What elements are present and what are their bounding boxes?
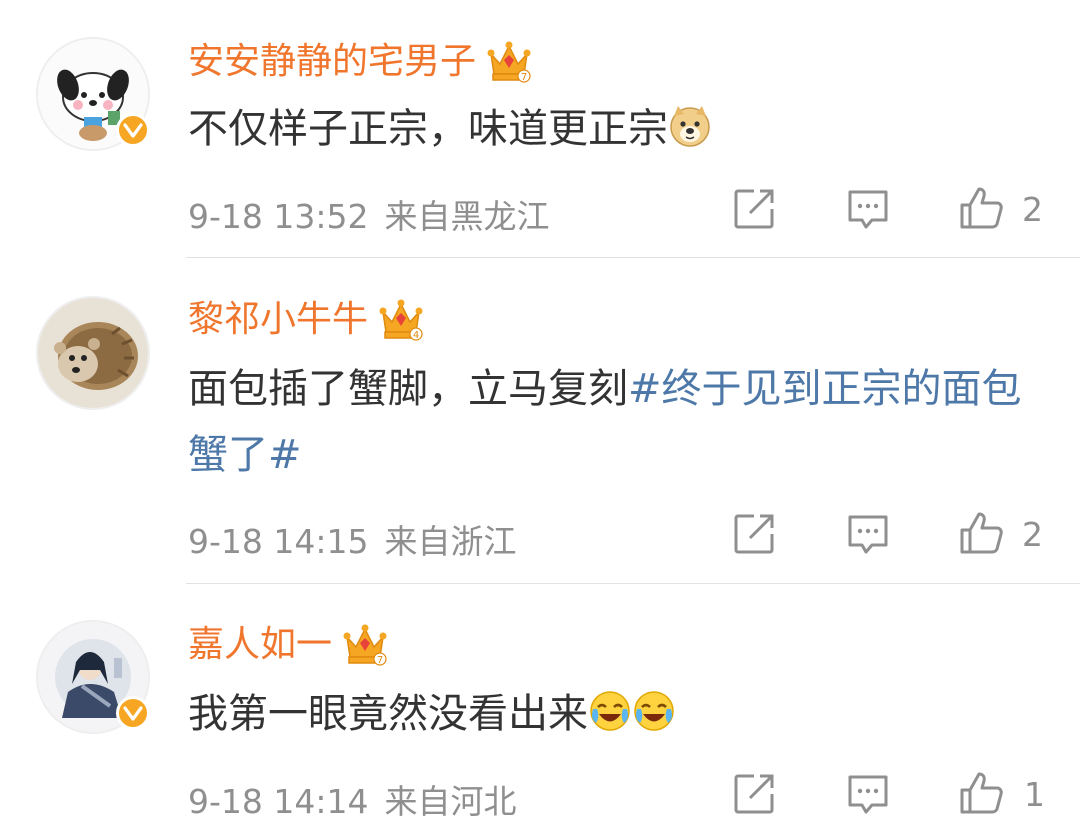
username[interactable]: 嘉人如一 bbox=[188, 617, 332, 673]
laugh-cry-emoji bbox=[634, 691, 674, 731]
like-icon[interactable] bbox=[958, 770, 1004, 816]
laugh-cry-emoji bbox=[590, 691, 630, 731]
comment-date: 9-18 14:14 bbox=[188, 782, 369, 821]
comment-body: 我第一眼竟然没看出来 bbox=[188, 691, 588, 737]
comment-text: 我第一眼竟然没看出来 bbox=[188, 681, 1038, 747]
svg-text:7: 7 bbox=[377, 655, 383, 666]
comment-location: 来自河北 bbox=[384, 782, 517, 821]
username-row: 嘉人如一 7 bbox=[188, 617, 388, 673]
verified-icon bbox=[116, 696, 150, 730]
comment-icon[interactable] bbox=[846, 772, 890, 816]
repost-icon[interactable] bbox=[732, 772, 776, 816]
avatar[interactable] bbox=[36, 620, 150, 734]
crown-icon: 7 bbox=[343, 624, 387, 666]
like-count: 1 bbox=[1024, 775, 1045, 814]
comment-item: 嘉人如一 7 我第一眼竟然没看出来 9-18 14:14 来自河北 1 bbox=[0, 0, 1080, 821]
